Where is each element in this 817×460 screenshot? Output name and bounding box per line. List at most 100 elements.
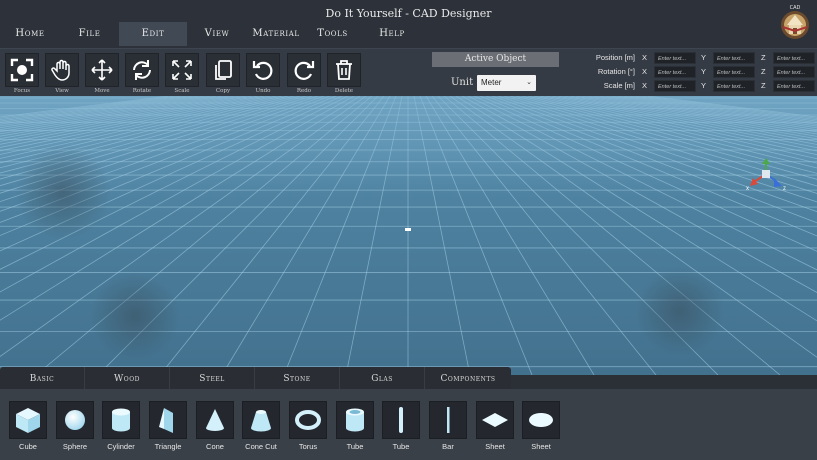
shape-label: Sheet <box>485 442 505 451</box>
scale-icon <box>172 60 192 80</box>
axis-y-label: Y <box>701 81 707 90</box>
menu-view[interactable]: View <box>187 22 247 46</box>
add-round-sheet-button[interactable]: Sheet <box>521 401 561 455</box>
trash-icon <box>336 60 352 80</box>
rotation-row: Rotation [°] X Enter text... Y Enter tex… <box>580 66 817 79</box>
rotation-label: Rotation [°] <box>597 67 635 76</box>
scale-button[interactable]: Scale <box>164 53 200 95</box>
position-x-input[interactable]: Enter text... <box>654 52 696 64</box>
add-sheet-button[interactable]: Sheet <box>475 401 515 455</box>
tab-basic[interactable]: Basic <box>0 367 85 389</box>
add-bar-button[interactable]: Bar <box>428 401 468 455</box>
focus-button[interactable]: Focus <box>4 53 40 95</box>
position-z-input[interactable]: Enter text... <box>773 52 815 64</box>
sheet-round-icon <box>529 413 553 427</box>
position-row: Position [m] X Enter text... Y Enter tex… <box>580 52 817 65</box>
axis-y-label: Y <box>701 53 707 62</box>
gizmo-z-label: z <box>783 186 786 192</box>
triangle-prism-icon <box>159 408 173 433</box>
title-bar: Do It Yourself - CAD Designer Home File … <box>0 0 817 48</box>
add-cone-button[interactable]: Cone <box>195 401 235 455</box>
add-triangle-button[interactable]: Triangle <box>148 401 188 455</box>
add-torus-button[interactable]: Torus <box>288 401 328 455</box>
tab-stone[interactable]: Stone <box>255 367 340 389</box>
unit-select[interactable]: Meter ⌄ <box>477 75 536 91</box>
axis-z-label: Z <box>761 53 766 62</box>
rotation-x-input[interactable]: Enter text... <box>654 66 696 78</box>
chevron-down-icon: ⌄ <box>526 79 532 86</box>
tool-label: Redo <box>296 88 312 94</box>
menu-home[interactable]: Home <box>0 22 60 46</box>
shape-label: Torus <box>298 442 318 451</box>
tool-label: View <box>55 88 69 94</box>
menu-file[interactable]: File <box>60 22 119 46</box>
add-sphere-button[interactable]: Sphere <box>55 401 95 455</box>
shape-shelf: Cube Sphere Cylinder Triangle Cone Cone … <box>0 389 817 460</box>
cone-icon <box>206 409 224 431</box>
rotation-y-input[interactable]: Enter text... <box>713 66 755 78</box>
tab-steel[interactable]: Steel <box>170 367 255 389</box>
menu-tools[interactable]: Tools <box>305 22 360 46</box>
add-cone-cut-button[interactable]: Cone Cut <box>241 401 281 455</box>
copy-button[interactable]: Copy <box>205 53 241 95</box>
shape-label: Sphere <box>62 442 88 451</box>
menu-edit[interactable]: Edit <box>119 22 187 46</box>
move-button[interactable]: Move <box>84 53 120 95</box>
rotate-button[interactable]: Rotate <box>124 53 160 95</box>
menu-material[interactable]: Material <box>247 22 305 46</box>
shadow-blob <box>15 144 111 240</box>
unit-select-value: Meter <box>481 78 502 87</box>
sphere-icon <box>65 410 85 430</box>
unit-label: Unit <box>451 77 474 88</box>
copy-icon <box>215 60 232 80</box>
toolbar: Focus View Move Rotate Scale Copy Undo R… <box>0 48 817 96</box>
rotate-icon <box>133 60 151 80</box>
shape-label: Cone Cut <box>245 442 277 451</box>
ground-grid: x z <box>0 96 817 375</box>
view-hand-button[interactable]: View <box>44 53 80 95</box>
tab-wood[interactable]: Wood <box>85 367 170 389</box>
category-tabs: Basic Wood Steel Stone Glas Components <box>0 367 511 389</box>
redo-button[interactable]: Redo <box>286 53 322 95</box>
tool-label: Copy <box>215 88 231 94</box>
add-cylinder-button[interactable]: Cylinder <box>101 401 141 455</box>
origin-marker <box>405 228 411 231</box>
bar-icon <box>447 407 450 433</box>
shadow-blob <box>635 266 725 356</box>
axis-x-label: X <box>642 81 648 90</box>
shape-label: Bar <box>442 442 454 451</box>
rotation-z-input[interactable]: Enter text... <box>773 66 815 78</box>
tool-label: Scale <box>174 88 190 94</box>
scale-z-input[interactable]: Enter text... <box>773 80 815 92</box>
tool-label: Move <box>94 88 110 94</box>
redo-icon <box>294 61 315 80</box>
main-menu: Home File Edit View Material Tools Help <box>0 22 424 46</box>
add-cube-button[interactable]: Cube <box>8 401 48 455</box>
add-tube-button[interactable]: Tube <box>335 401 375 455</box>
undo-button[interactable]: Undo <box>245 53 281 95</box>
shadow-blob <box>90 271 180 361</box>
scale-x-input[interactable]: Enter text... <box>654 80 696 92</box>
cylinder-icon <box>112 408 130 432</box>
hand-icon <box>51 59 70 81</box>
axis-z-label: Z <box>761 67 766 76</box>
menu-help[interactable]: Help <box>360 22 424 46</box>
position-y-input[interactable]: Enter text... <box>713 52 755 64</box>
tool-label: Focus <box>13 88 31 94</box>
scale-row: Scale [m] X Enter text... Y Enter text..… <box>580 80 817 93</box>
shape-label: Cylinder <box>107 442 135 451</box>
tool-label: Undo <box>255 88 271 94</box>
shape-label: Cone <box>206 442 224 451</box>
add-thin-tube-button[interactable]: Tube <box>381 401 421 455</box>
position-label: Position [m] <box>595 53 635 62</box>
tab-components[interactable]: Components <box>425 367 511 389</box>
active-object-button[interactable]: Active Object <box>432 52 559 67</box>
scale-y-input[interactable]: Enter text... <box>713 80 755 92</box>
shape-label: Cube <box>19 442 37 451</box>
object-library-panel: Basic Wood Steel Stone Glas Components C… <box>0 367 817 460</box>
svg-text:CAD: CAD <box>790 5 801 11</box>
delete-button[interactable]: Delete <box>326 53 362 95</box>
sheet-diamond-icon <box>482 413 508 427</box>
3d-viewport[interactable]: x z <box>0 96 817 375</box>
tab-glas[interactable]: Glas <box>340 367 425 389</box>
